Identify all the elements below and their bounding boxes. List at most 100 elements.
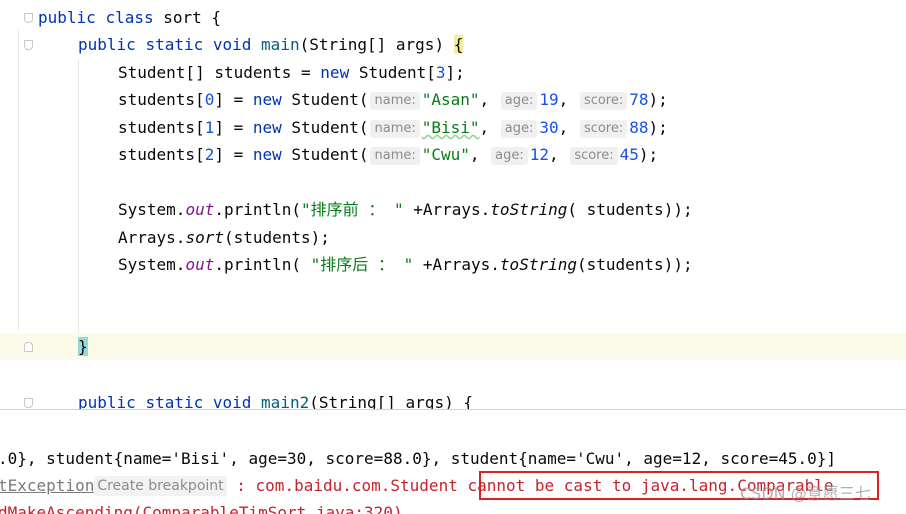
console-output-line: .0}, student{name='Bisi', age=30, score=… (0, 445, 836, 472)
watermark: CSDN @意愿三七 (740, 484, 871, 503)
code-line-array-decl[interactable]: Student[] students = new Student[3]; (118, 59, 465, 86)
number: 88 (629, 118, 649, 137)
param-hint: age: (500, 92, 538, 110)
code-text: students[ (118, 90, 205, 109)
static-method: toString (499, 255, 577, 274)
code-line-close-brace[interactable]: } (78, 333, 88, 360)
code-text: Student( (281, 145, 369, 164)
open-brace: { (453, 35, 464, 54)
static-field: out (185, 200, 215, 219)
number: 45 (619, 145, 639, 164)
param-hint: score: (579, 120, 628, 138)
keyword: public (38, 8, 96, 27)
code-text: ] = (214, 118, 253, 137)
code-text: (students)); (576, 255, 693, 274)
fold-icon[interactable] (24, 342, 33, 352)
string-literal: "Asan" (421, 90, 480, 109)
fold-icon[interactable] (24, 40, 33, 50)
param-hint: name: (370, 147, 420, 165)
class-name: sort { (163, 8, 222, 27)
gutter-line (18, 30, 19, 330)
static-method: sort (185, 228, 224, 247)
code-line-student[interactable]: students[0] = new Student(name: "Asan", a… (118, 86, 668, 113)
code-text: ] = (214, 145, 253, 164)
string-literal: "Cwu" (421, 145, 470, 164)
fold-icon[interactable] (24, 398, 33, 408)
code-text: ]; (445, 63, 465, 82)
keyword: new (320, 63, 350, 82)
code-text: students[ (118, 145, 205, 164)
code-text: Student[] students = (118, 63, 321, 82)
console-stack-line: dMakeAscending(ComparableTimSort.java:32… (0, 499, 403, 514)
string-literal: "Bisi" (421, 118, 480, 137)
console-text: .0}, student{name='Bisi', age=30, score=… (0, 449, 837, 468)
code-text: +Arrays. (403, 200, 491, 219)
current-line-highlight (0, 333, 906, 360)
stack-trace-link[interactable]: dMakeAscending(ComparableTimSort.java:32… (0, 503, 403, 514)
method-name: main2 (261, 393, 310, 409)
keyword: static (145, 35, 204, 54)
code-line-main2-decl[interactable]: public static void main2(String[] args) … (78, 389, 473, 409)
code-line-class-decl[interactable]: public class sort { (38, 4, 221, 31)
param-hint: score: (570, 147, 618, 165)
keyword: new (252, 145, 282, 164)
code-text: ); (638, 145, 659, 164)
code-text: (students); (223, 228, 330, 247)
code-text: Student[ (349, 63, 436, 82)
number: 19 (539, 90, 559, 109)
code-text: ( students)); (567, 200, 693, 219)
method-name: main (261, 35, 300, 54)
exception-link[interactable]: tException (0, 476, 94, 495)
code-text: students[ (118, 118, 205, 137)
keyword: void (212, 35, 252, 54)
string-literal: "排序后 ： " (310, 255, 414, 274)
code-line-student[interactable]: students[1] = new Student(name: "Bisi", a… (118, 114, 668, 141)
param-hint: name: (370, 92, 420, 110)
number: 78 (629, 90, 649, 109)
console-text: : com.baidu.com.Student (226, 476, 468, 495)
keyword: new (252, 90, 282, 109)
code-text: Student( (281, 90, 369, 109)
code-line-student[interactable]: students[2] = new Student(name: "Cwu", ag… (118, 141, 658, 168)
close-brace: } (78, 337, 88, 356)
code-line-sort[interactable]: Arrays.sort(students); (118, 224, 330, 251)
param-hint: score: (579, 92, 628, 110)
string-literal: "排序前 ： " (301, 200, 404, 219)
params: (String[] args) { (309, 393, 473, 409)
code-line-main-decl[interactable]: public static void main(String[] args) { (78, 31, 464, 58)
code-text: ); (648, 90, 668, 109)
keyword: public (78, 393, 136, 409)
create-breakpoint-button[interactable]: Create breakpoint (94, 476, 227, 496)
code-text: .println( (214, 255, 311, 274)
code-text: Student( (281, 118, 369, 137)
params: (String[] args) (299, 35, 454, 54)
param-hint: name: (370, 120, 420, 138)
static-method: toString (490, 200, 568, 219)
number: 0 (204, 90, 215, 109)
code-line-print-before[interactable]: System.out.println("排序前 ： " +Arrays.toSt… (118, 196, 693, 223)
number: 30 (539, 118, 559, 137)
keyword: new (252, 118, 282, 137)
number: 3 (435, 63, 446, 82)
number: 12 (529, 145, 550, 164)
code-editor[interactable]: public class sort { public static void m… (0, 0, 906, 409)
code-text: .println( (214, 200, 302, 219)
code-text: ); (648, 118, 668, 137)
static-field: out (185, 255, 215, 274)
indent-guide (78, 60, 79, 335)
param-hint: age: (491, 147, 528, 165)
number: 2 (204, 145, 215, 164)
fold-icon[interactable] (24, 13, 33, 23)
keyword: class (105, 8, 154, 27)
number: 1 (204, 118, 215, 137)
keyword: public (78, 35, 136, 54)
keyword: static (145, 393, 204, 409)
code-text: System. (118, 255, 186, 274)
code-text: System. (118, 200, 186, 219)
code-text: +Arrays. (413, 255, 500, 274)
keyword: void (212, 393, 252, 409)
code-text: Arrays. (118, 228, 186, 247)
code-line-print-after[interactable]: System.out.println( "排序后 ： " +Arrays.toS… (118, 251, 693, 278)
code-text: ] = (214, 90, 253, 109)
param-hint: age: (500, 120, 538, 138)
